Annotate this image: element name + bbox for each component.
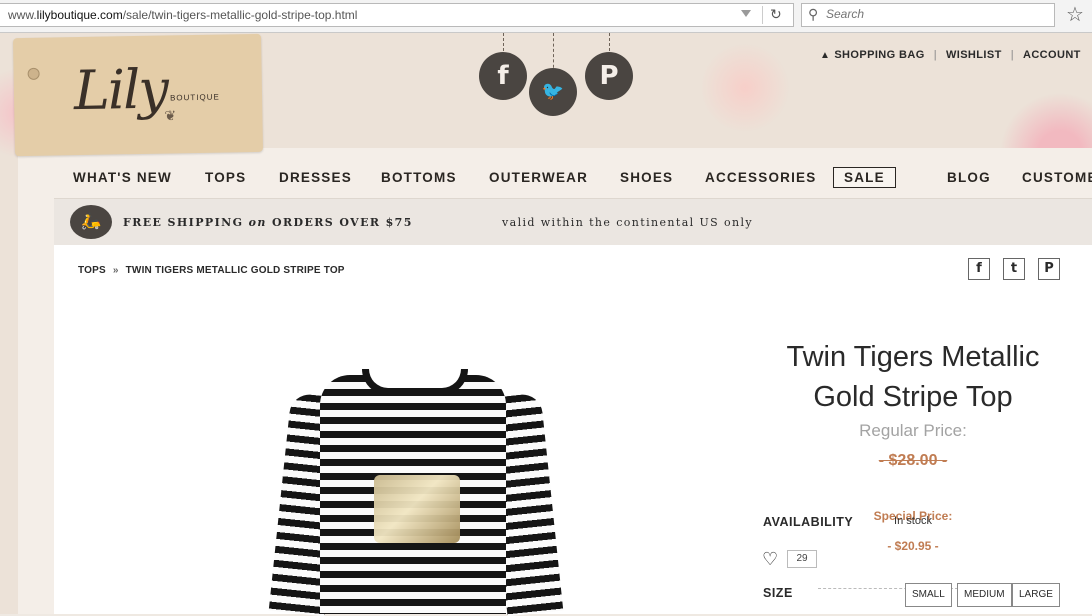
account-links: ▲ SHOPPING BAG | WISHLIST | ACCOUNT xyxy=(820,49,1081,61)
nav-blog[interactable]: BLOG xyxy=(947,170,991,185)
pinterest-share-icon[interactable]: P xyxy=(1038,258,1060,280)
regular-price-label: Regular Price: xyxy=(859,421,967,440)
nav-shoes[interactable]: SHOES xyxy=(620,170,673,185)
nav-accessories[interactable]: ACCESSORIES xyxy=(705,170,816,185)
size-large-button[interactable]: LARGE xyxy=(1012,583,1060,607)
address-bar-divider xyxy=(762,6,763,24)
size-small-button[interactable]: SMALL xyxy=(905,583,952,607)
scooter-icon: 🛵 xyxy=(70,205,112,239)
sweater-collar xyxy=(362,369,468,395)
breadcrumb-current: TWIN TIGERS METALLIC GOLD STRIPE TOP xyxy=(125,265,345,276)
nav-whats-new[interactable]: WHAT'S NEW xyxy=(73,170,172,185)
shipping-note: valid within the continental US only xyxy=(502,216,754,229)
like-count: 29 xyxy=(787,550,817,568)
shipping-text: FREE SHIPPING on ORDERS OVER $75 xyxy=(123,216,413,229)
logo-tag[interactable]: Lily BOUTIQUE ❦ xyxy=(12,33,264,157)
twitter-bird-icon[interactable]: 🐦 xyxy=(529,68,577,116)
link-divider: | xyxy=(933,49,937,61)
breadcrumb: TOPS » TWIN TIGERS METALLIC GOLD STRIPE TO… xyxy=(78,265,345,276)
facebook-share-icon[interactable]: f xyxy=(968,258,990,280)
tag-hole xyxy=(27,67,40,80)
sprig-icon: ❦ xyxy=(164,107,177,124)
nav-bottoms[interactable]: BOTTOMS xyxy=(381,170,457,185)
wishlist-link[interactable]: WISHLIST xyxy=(946,49,1002,61)
regular-price: - $28.00 - xyxy=(878,452,948,469)
browser-search-input[interactable] xyxy=(826,7,1046,21)
shipping-banner: 🛵 FREE SHIPPING on ORDERS OVER $75 valid… xyxy=(54,198,1092,246)
chain-decoration xyxy=(553,33,554,73)
address-bar[interactable]: www.lilyboutique.com/sale/twin-tigers-me… xyxy=(0,3,794,27)
account-link[interactable]: ACCOUNT xyxy=(1023,49,1081,61)
nav-dresses[interactable]: DRESSES xyxy=(279,170,352,185)
pinterest-icon[interactable]: P xyxy=(585,52,633,100)
breadcrumb-separator: » xyxy=(112,265,119,276)
logo-text: Lily xyxy=(73,57,168,123)
address-bar-url[interactable]: www.lilyboutique.com/sale/twin-tigers-me… xyxy=(8,8,357,22)
link-divider: | xyxy=(1010,49,1014,61)
browser-search-box[interactable]: ⚲ xyxy=(801,3,1055,27)
main-nav: WHAT'S NEW TOPS DRESSES BOTTOMS OUTERWEA… xyxy=(18,164,1092,196)
reload-icon[interactable]: ↻ xyxy=(770,6,782,23)
nav-sale[interactable]: SALE xyxy=(833,167,896,188)
product-page: TOPS » TWIN TIGERS METALLIC GOLD STRIPE TO… xyxy=(54,245,1092,616)
size-medium-button[interactable]: MEDIUM xyxy=(957,583,1012,607)
breadcrumb-tops[interactable]: TOPS xyxy=(78,265,106,276)
nav-customer[interactable]: CUSTOMER xyxy=(1022,170,1092,185)
history-dropdown-icon[interactable] xyxy=(741,10,751,17)
heart-icon[interactable]: ♡ xyxy=(762,549,778,570)
availability-value: In stock xyxy=(894,515,932,527)
twitter-share-icon[interactable]: t xyxy=(1003,258,1025,280)
tiger-graphic xyxy=(374,475,460,543)
nav-tops[interactable]: TOPS xyxy=(205,170,246,185)
logo-subtext: BOUTIQUE xyxy=(169,92,220,103)
shopping-bag-link[interactable]: ▲ SHOPPING BAG xyxy=(820,49,925,61)
nav-outerwear[interactable]: OUTERWEAR xyxy=(489,170,588,185)
product-image[interactable] xyxy=(268,369,564,616)
bag-icon: ▲ xyxy=(820,50,831,61)
product-title: Twin Tigers Metallic Gold Stripe Top xyxy=(786,341,1040,413)
search-icon: ⚲ xyxy=(808,6,819,22)
facebook-icon[interactable]: f xyxy=(479,52,527,100)
browser-toolbar: www.lilyboutique.com/sale/twin-tigers-me… xyxy=(0,0,1092,33)
bookmark-star-icon[interactable]: ☆ xyxy=(1066,2,1084,27)
size-label: SIZE xyxy=(763,586,793,600)
